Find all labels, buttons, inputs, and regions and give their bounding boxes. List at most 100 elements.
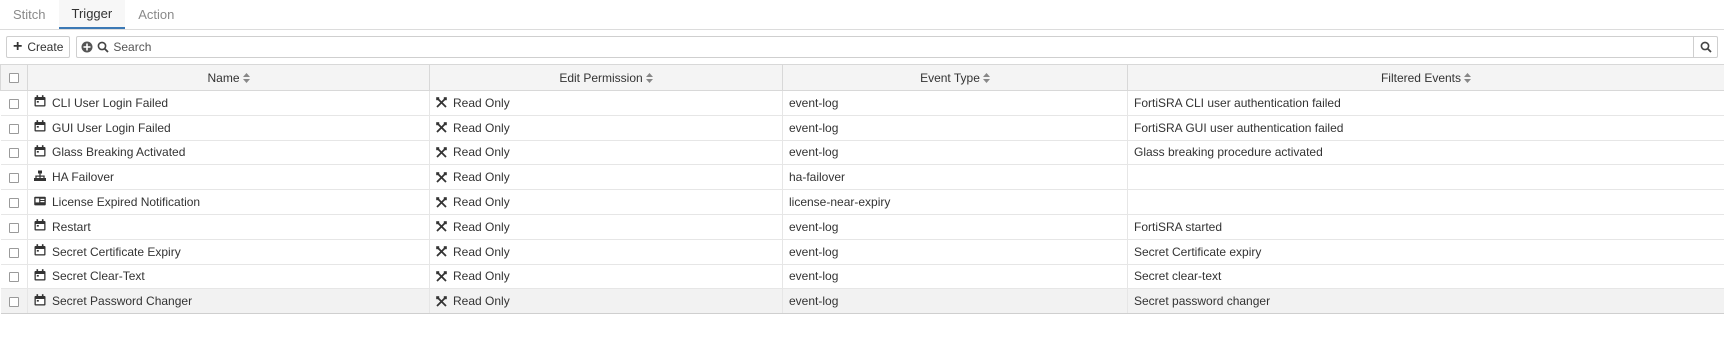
add-filter-icon[interactable] — [81, 41, 93, 53]
sort-icon[interactable] — [645, 73, 653, 84]
permission-label: Read Only — [453, 170, 510, 185]
table-row[interactable]: HA Failover Read Only ha-failover — [0, 164, 1724, 191]
trigger-name: Secret Certificate Expiry — [52, 244, 181, 259]
name-cell: GUI User Login Failed — [27, 115, 430, 141]
event-type-cell: event-log — [782, 115, 1128, 141]
event-type-label: event-log — [789, 244, 839, 259]
row-checkbox[interactable] — [8, 222, 19, 233]
calendar-icon — [34, 219, 46, 234]
event-type-cell: event-log — [782, 264, 1128, 290]
table-row[interactable]: Glass Breaking Activated Read Only event-l… — [0, 140, 1724, 166]
column-header-label: Filtered Events — [1380, 70, 1462, 85]
search-button[interactable] — [1693, 37, 1717, 57]
search-input[interactable] — [113, 38, 1689, 56]
calendar-icon — [34, 95, 46, 110]
event-type-label: event-log — [789, 120, 839, 135]
name-cell: Secret Certificate Expiry — [27, 239, 430, 265]
filtered-events-label: Secret clear-text — [1134, 269, 1222, 284]
filtered-events-cell: FortiSRA started — [1127, 214, 1724, 240]
event-type-cell: event-log — [782, 288, 1128, 315]
column-header-label: Event Type — [920, 70, 980, 85]
event-type-label: event-log — [789, 145, 839, 160]
table-row[interactable]: CLI User Login Failed Read Only event-log F… — [0, 90, 1724, 116]
column-header-filtered-events[interactable]: Filtered Events — [1127, 64, 1724, 91]
create-button-label: Create — [27, 40, 64, 54]
filtered-events-label: FortiSRA CLI user authentication failed — [1134, 95, 1341, 110]
trigger-name: HA Failover — [52, 170, 115, 185]
read-only-icon — [436, 147, 447, 158]
event-type-cell: license-near-expiry — [782, 189, 1128, 215]
filtered-events-cell — [1127, 164, 1724, 191]
row-select-cell — [0, 288, 28, 315]
search-icon — [97, 41, 110, 53]
read-only-icon — [436, 295, 447, 307]
calendar-icon — [34, 120, 46, 135]
event-type-cell: event-log — [782, 214, 1128, 240]
trigger-name: GUI User Login Failed — [52, 120, 171, 135]
table-row[interactable]: Secret Certificate Expiry Read Only event-… — [0, 239, 1724, 265]
tab-trigger[interactable]: Trigger — [58, 0, 126, 29]
column-header-edit-permission[interactable]: Edit Permission — [429, 64, 783, 91]
row-checkbox[interactable] — [8, 148, 19, 159]
trigger-name: Secret Clear-Text — [52, 269, 145, 284]
filtered-events-label: FortiSRA started — [1134, 219, 1223, 234]
column-header-name[interactable]: Name — [27, 64, 430, 91]
row-checkbox[interactable] — [8, 247, 19, 258]
calendar-icon — [34, 145, 46, 160]
permission-label: Read Only — [453, 95, 510, 110]
name-cell: Restart — [27, 214, 430, 240]
event-type-cell: event-log — [782, 239, 1128, 265]
create-button[interactable]: + Create — [6, 36, 71, 58]
row-checkbox[interactable] — [8, 297, 19, 308]
row-checkbox[interactable] — [8, 173, 19, 184]
search-icon — [1700, 41, 1712, 53]
id-card-icon — [34, 195, 46, 210]
select-all-checkbox[interactable] — [9, 73, 19, 84]
filtered-events-cell — [1127, 189, 1724, 215]
plus-icon: + — [13, 38, 23, 55]
name-cell: HA Failover — [27, 164, 430, 191]
table-row[interactable]: Restart Read Only event-log FortiSRA starte… — [0, 214, 1724, 240]
event-type-label: event-log — [789, 95, 839, 110]
permission-label: Read Only — [453, 269, 510, 284]
trigger-name: Secret Password Changer — [52, 294, 193, 309]
name-cell: Glass Breaking Activated — [27, 140, 430, 166]
filtered-events-cell: Secret password changer — [1127, 288, 1724, 315]
sort-icon[interactable] — [982, 73, 990, 84]
column-header-event-type[interactable]: Event Type — [782, 64, 1128, 91]
calendar-icon — [34, 293, 46, 309]
sitemap-icon — [34, 170, 46, 185]
table-row[interactable]: Secret Password Changer Read Only event-lo… — [0, 288, 1724, 315]
permission-label: Read Only — [453, 145, 510, 160]
permission-label: Read Only — [453, 244, 510, 259]
event-type-cell: ha-failover — [782, 164, 1128, 191]
row-checkbox[interactable] — [8, 272, 19, 283]
table-row[interactable]: GUI User Login Failed Read Only event-log F… — [0, 115, 1724, 141]
table-row[interactable]: Secret Clear-Text Read Only event-log Secre… — [0, 264, 1724, 290]
permission-label: Read Only — [453, 294, 510, 309]
event-type-label: license-near-expiry — [789, 195, 891, 210]
edit-permission-cell: Read Only — [429, 90, 783, 116]
sort-icon[interactable] — [1464, 73, 1472, 84]
tab-action[interactable]: Action — [125, 0, 187, 29]
name-cell: License Expired Notification — [27, 189, 430, 215]
row-checkbox[interactable] — [8, 197, 19, 208]
edit-permission-cell: Read Only — [429, 239, 783, 265]
row-select-cell — [0, 189, 28, 215]
filtered-events-cell: FortiSRA GUI user authentication failed — [1127, 115, 1724, 141]
event-type-cell: event-log — [782, 140, 1128, 166]
permission-label: Read Only — [453, 195, 510, 210]
sort-icon[interactable] — [242, 73, 250, 84]
row-checkbox[interactable] — [8, 123, 19, 134]
row-checkbox[interactable] — [8, 98, 19, 109]
read-only-icon — [436, 122, 447, 133]
row-select-cell — [0, 239, 28, 265]
select-all-header — [0, 64, 28, 91]
name-cell: CLI User Login Failed — [27, 90, 430, 116]
event-type-label: event-log — [789, 294, 839, 309]
table-row[interactable]: License Expired Notification Read Only lic… — [0, 189, 1724, 215]
event-type-cell: event-log — [782, 90, 1128, 116]
tab-stitch[interactable]: Stitch — [0, 0, 59, 29]
row-select-cell — [0, 164, 28, 191]
read-only-icon — [436, 221, 447, 233]
